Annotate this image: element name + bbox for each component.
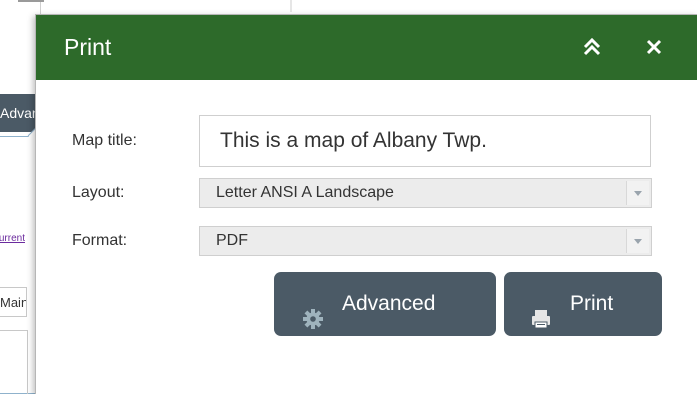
- background-divider: [290, 0, 292, 12]
- background-link[interactable]: Current: [0, 233, 25, 244]
- print-button-label: Print: [570, 292, 614, 315]
- layout-select[interactable]: Letter ANSI A Landscape: [199, 178, 652, 208]
- gear-icon: [302, 292, 324, 329]
- close-icon[interactable]: [640, 33, 668, 61]
- chevron-down-icon[interactable]: [626, 229, 649, 253]
- layout-label: Layout:: [72, 184, 125, 201]
- map-title-input[interactable]: [199, 115, 651, 167]
- background-box: [0, 330, 28, 394]
- layout-select-value: Letter ANSI A Landscape: [216, 184, 394, 201]
- dialog-title: Print: [64, 34, 112, 60]
- map-title-label: Map title:: [72, 132, 137, 149]
- advanced-button-label: Advanced: [342, 292, 436, 315]
- format-select[interactable]: PDF: [199, 226, 652, 256]
- advanced-button[interactable]: Advanced: [274, 272, 496, 336]
- print-button[interactable]: Print: [504, 272, 662, 336]
- double-chevron-up-icon[interactable]: [578, 33, 606, 61]
- format-select-value: PDF: [216, 232, 248, 249]
- format-label: Format:: [72, 232, 128, 249]
- background-edge: [18, 0, 44, 2]
- dialog-header: Print: [36, 15, 697, 80]
- chevron-down-icon[interactable]: [626, 181, 649, 205]
- printer-icon: [530, 292, 552, 329]
- print-dialog: Print Map title: Layout: Letter ANSI A L…: [35, 14, 697, 394]
- background-input[interactable]: Main: [0, 287, 27, 317]
